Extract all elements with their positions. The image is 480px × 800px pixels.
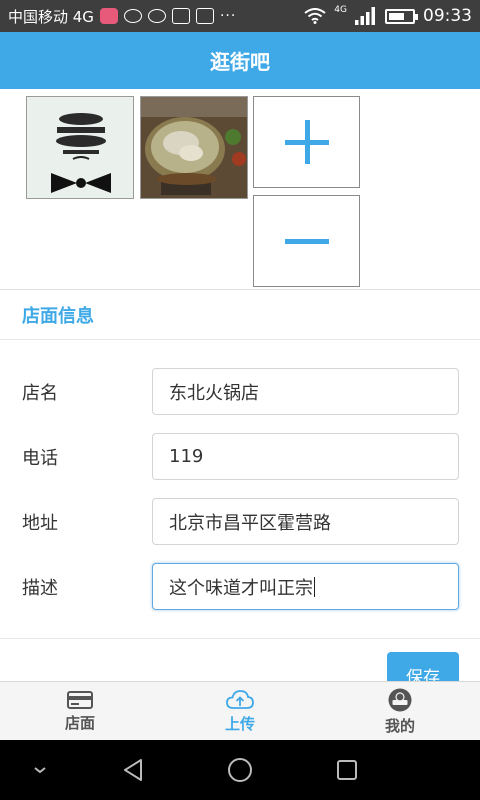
network-type-label: 4G (334, 5, 347, 15)
clock: 09:33 (423, 6, 472, 26)
more-notifications-icon: ··· (219, 8, 237, 24)
phone-value: 119 (169, 446, 204, 467)
phone-field[interactable]: 119 (152, 433, 459, 480)
bottom-tab-bar: 店面 上传 我的 (0, 681, 480, 740)
clipboard-icon (171, 8, 190, 24)
status-right: 4G 09:33 (304, 0, 472, 32)
back-triangle-icon (124, 759, 142, 781)
description-label: 描述 (22, 578, 58, 599)
cloud-upload-icon (226, 689, 254, 709)
remove-photo-button[interactable] (253, 195, 360, 287)
wechat-icon (123, 9, 142, 23)
tab-upload[interactable]: 上传 (160, 682, 320, 741)
recents-button[interactable] (332, 755, 362, 785)
signal-icon (355, 7, 375, 25)
address-field[interactable]: 北京市昌平区霍营路 (152, 498, 459, 545)
address-value: 北京市昌平区霍营路 (169, 512, 331, 534)
tab-store-label: 店面 (64, 713, 95, 732)
status-bar: 中国移动 4G ··· 4G 09:33 (0, 0, 480, 32)
bow-tie-image (27, 97, 133, 198)
carrier-label: 中国移动 4G (8, 7, 94, 26)
page-title: 逛街吧 (210, 50, 270, 74)
description-field[interactable]: 这个味道才叫正宗 (152, 563, 459, 610)
home-button[interactable] (225, 755, 255, 785)
user-icon (388, 688, 412, 711)
home-circle-icon (228, 758, 252, 782)
description-value: 这个味道才叫正宗 (169, 577, 313, 599)
phone-label: 电话 (22, 448, 58, 469)
tab-upload-label: 上传 (224, 714, 255, 733)
chevron-down-icon (34, 767, 46, 774)
tab-mine-label: 我的 (384, 716, 415, 735)
wechat-icon-2 (147, 9, 166, 23)
card-icon (67, 690, 93, 709)
tab-store[interactable]: 店面 (0, 682, 160, 741)
image-icon (195, 8, 214, 24)
back-button[interactable] (118, 755, 148, 785)
address-label: 地址 (22, 513, 58, 534)
food-image (141, 97, 247, 198)
battery-icon (385, 8, 418, 24)
system-nav-bar (0, 740, 480, 800)
text-caret (314, 576, 315, 597)
photo-thumbnail-1[interactable] (26, 96, 134, 199)
wifi-icon (304, 8, 326, 24)
recents-square-icon (337, 760, 357, 780)
status-left: 中国移动 4G ··· (8, 0, 236, 32)
add-photo-button[interactable] (253, 96, 360, 188)
store-name-value: 东北火锅店 (169, 382, 259, 404)
tab-mine[interactable]: 我的 (320, 682, 480, 741)
store-name-field[interactable]: 东北火锅店 (152, 368, 459, 415)
app-header: 逛街吧 (0, 32, 480, 89)
panel-heading: 店面信息 (0, 290, 480, 340)
hide-keyboard-button[interactable] (25, 755, 55, 785)
panel-footer-divider (0, 638, 480, 639)
battery-fill (389, 12, 405, 20)
store-name-label: 店名 (22, 383, 58, 404)
photo-thumbnail-2[interactable] (140, 96, 248, 199)
store-info-panel: 店面信息 店名 东北火锅店 电话 119 地址 北京市昌平区霍营路 描述 这个味… (0, 289, 480, 690)
emoji-app-icon (99, 8, 118, 24)
